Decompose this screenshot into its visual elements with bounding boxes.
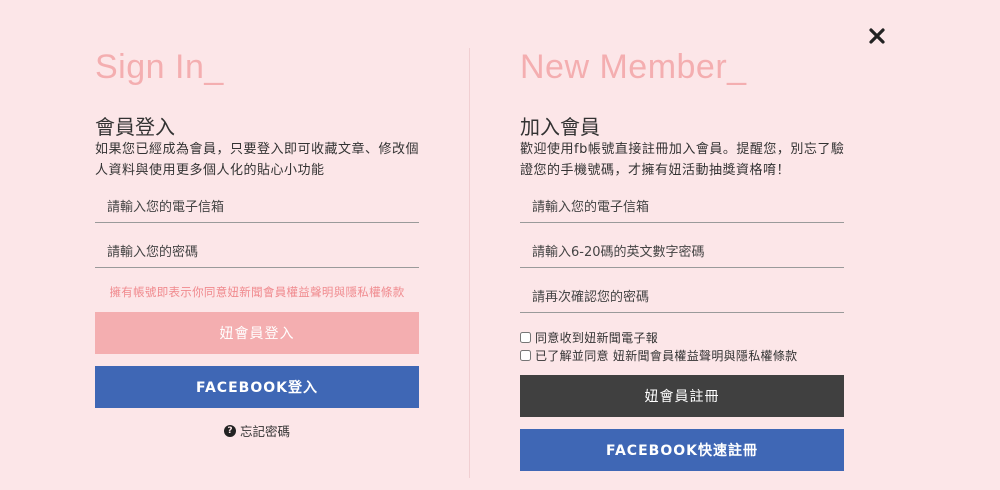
signup-password-input[interactable] — [520, 238, 844, 268]
newsletter-label: 同意收到妞新聞電子報 — [535, 331, 659, 345]
signup-email-input[interactable] — [520, 193, 844, 223]
close-icon — [869, 28, 885, 44]
signup-description: 歡迎使用fb帳號直接註冊加入會員。提醒您，別忘了驗證您的手機號碼，才擁有妞活動抽… — [520, 142, 845, 178]
panel-divider — [469, 48, 470, 478]
close-button[interactable] — [866, 25, 888, 47]
signin-email-input[interactable] — [95, 193, 419, 223]
facebook-register-label: FACEBOOK快速註冊 — [606, 443, 758, 459]
signin-password-input[interactable] — [95, 238, 419, 268]
forgot-password-link[interactable]: ? 忘記密碼 — [95, 421, 419, 440]
facebook-login-label: FACEBOOK登入 — [196, 380, 318, 396]
member-login-label: 妞會員登入 — [219, 326, 295, 342]
terms-checkbox-row[interactable]: 已了解並同意 妞新聞會員權益聲明與隱私權條款 — [520, 347, 797, 364]
newsletter-checkbox-row[interactable]: 同意收到妞新聞電子報 — [520, 329, 658, 346]
forgot-password-label: 忘記密碼 — [239, 424, 290, 439]
terms-label: 已了解並同意 妞新聞會員權益聲明與隱私權條款 — [535, 349, 798, 363]
facebook-login-button[interactable]: FACEBOOK登入 — [95, 366, 419, 408]
signin-title: Sign In_ — [95, 48, 224, 86]
terms-checkbox[interactable] — [520, 350, 531, 361]
signup-confirm-password-input[interactable] — [520, 283, 844, 313]
member-register-label: 妞會員註冊 — [644, 389, 720, 405]
signin-description: 如果您已經成為會員，只要登入即可收藏文章、修改個人資料與使用更多個人化的貼心小功… — [95, 142, 420, 178]
newsletter-checkbox[interactable] — [520, 332, 531, 343]
question-circle-icon: ? — [223, 424, 236, 437]
member-login-button[interactable]: 妞會員登入 — [95, 312, 419, 354]
facebook-register-button[interactable]: FACEBOOK快速註冊 — [520, 429, 844, 471]
signin-agreement-text: 擁有帳號即表示你同意妞新聞會員權益聲明與隱私權條款 — [109, 285, 405, 299]
signin-subtitle: 會員登入 — [95, 115, 175, 139]
member-register-button[interactable]: 妞會員註冊 — [520, 375, 844, 417]
signup-title: New Member_ — [520, 48, 747, 86]
signup-subtitle: 加入會員 — [520, 115, 600, 139]
